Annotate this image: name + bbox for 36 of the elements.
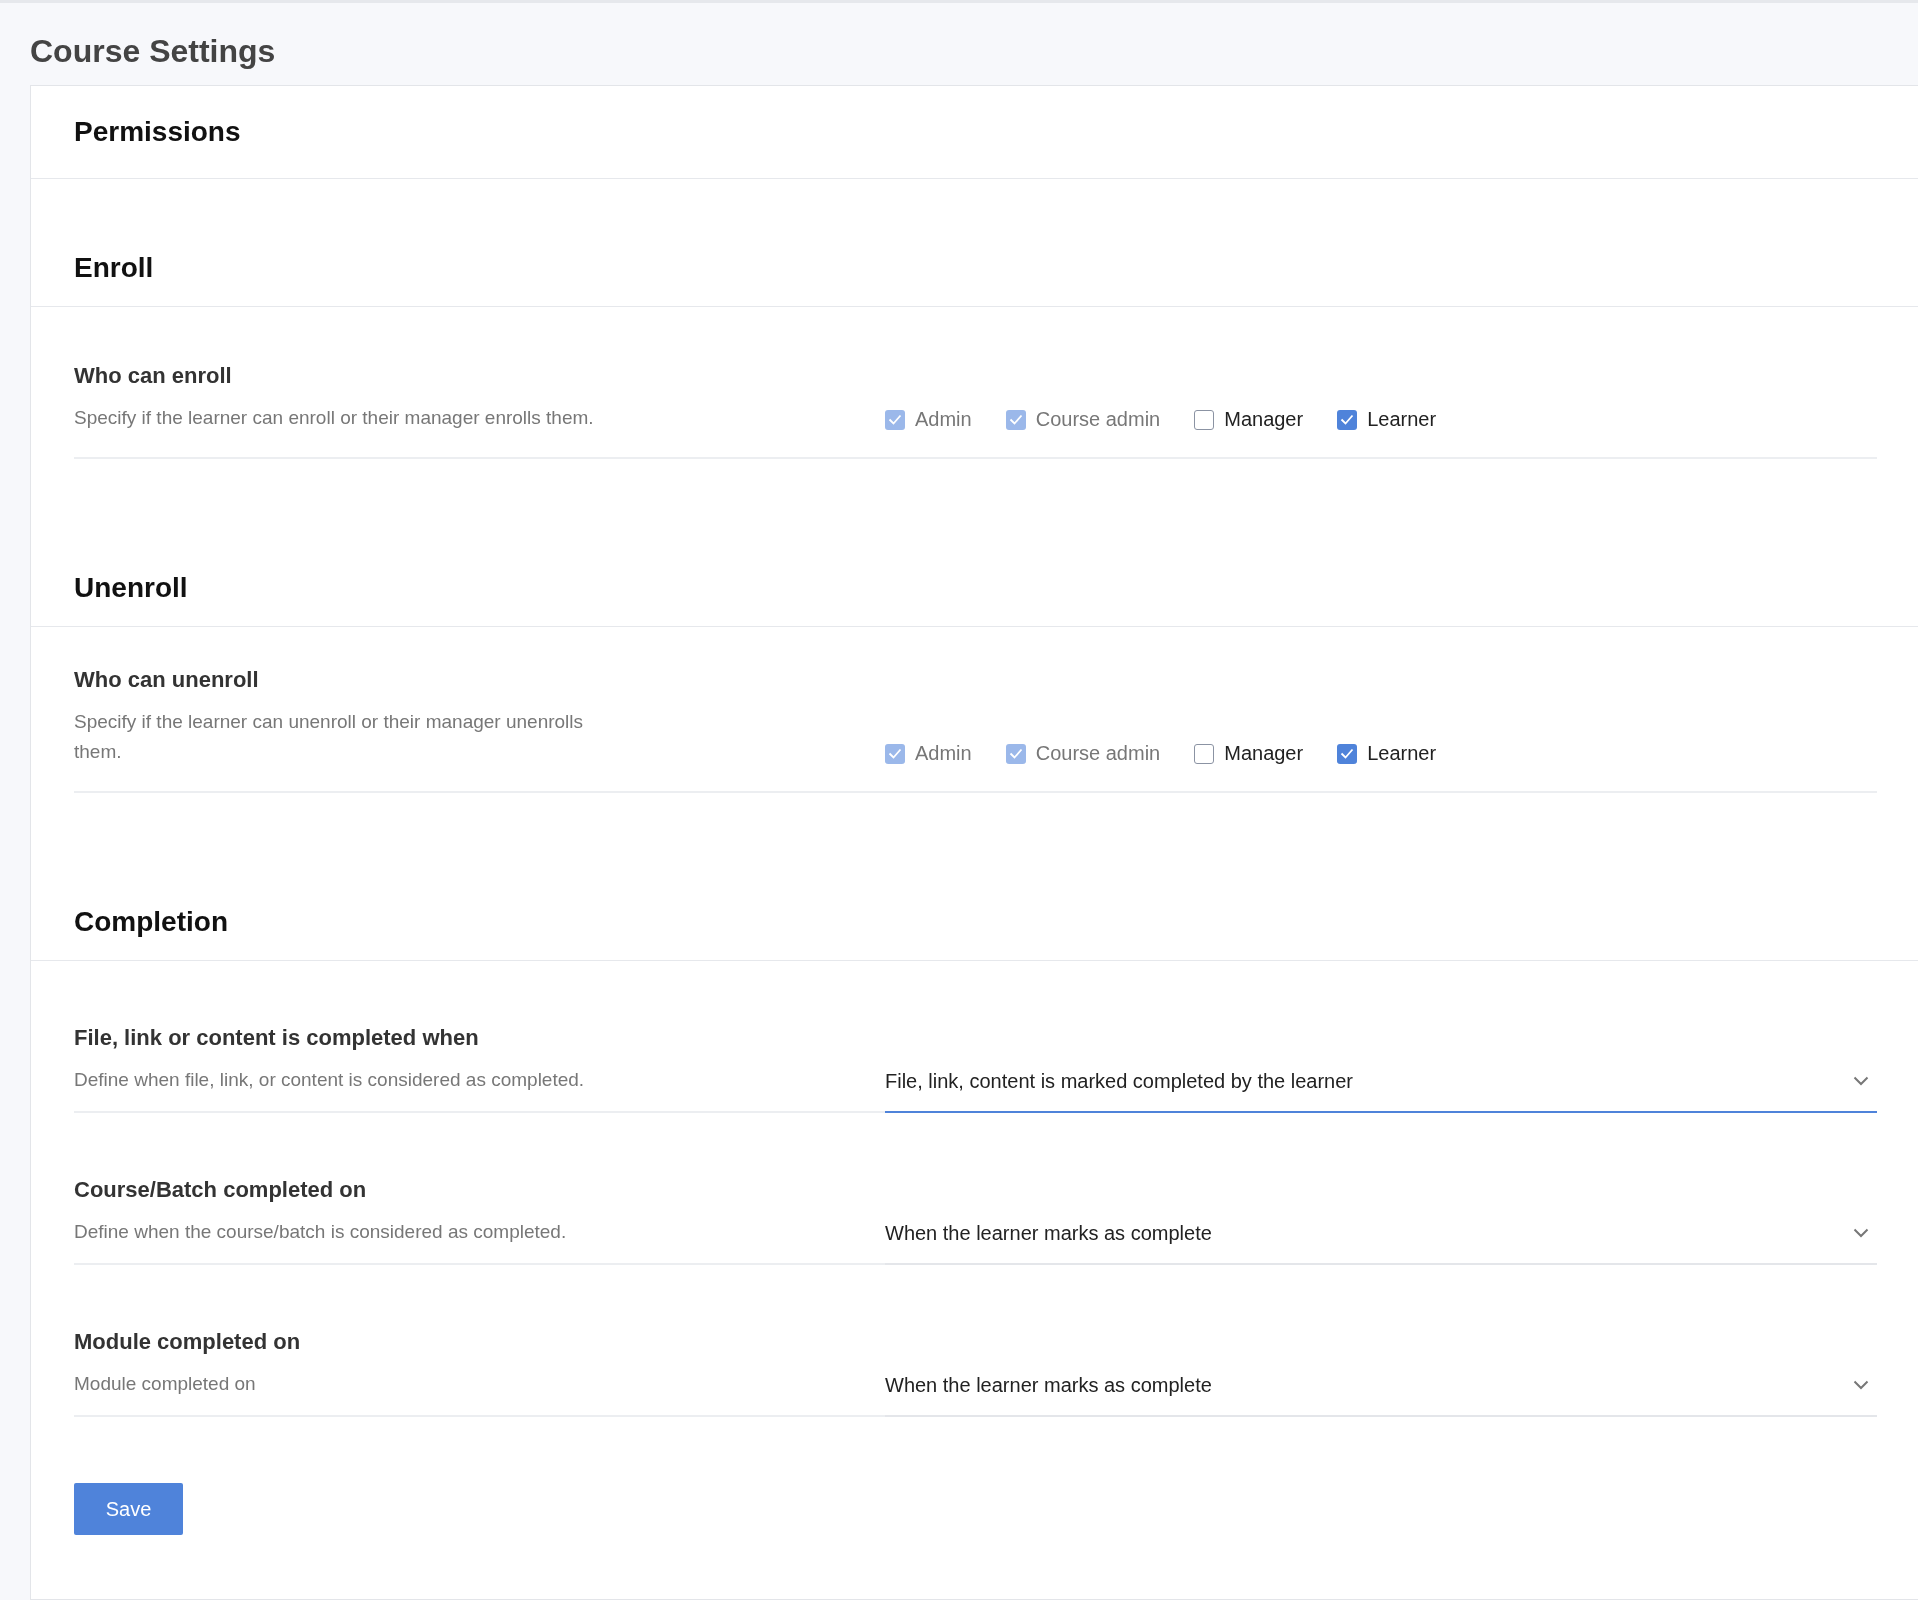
setting-description: Define when file, link, or content is considered as completed.: [74, 1068, 586, 1092]
checkbox[interactable]: [1337, 743, 1358, 764]
setting-description: Module completed on: [74, 1372, 257, 1396]
checkbox-option[interactable]: Manager: [1194, 408, 1304, 431]
checkbox[interactable]: [1337, 409, 1358, 430]
checkmark-icon: [1340, 748, 1355, 759]
setting-description: Define when the course/batch is considered as completed.: [74, 1220, 568, 1244]
checkbox[interactable]: [1194, 409, 1215, 430]
section-heading: Unenroll: [74, 572, 188, 604]
section-heading: Enroll: [74, 252, 154, 284]
section-heading: Completion: [74, 906, 228, 938]
chevron-down-icon: [1853, 1076, 1869, 1086]
checkmark-icon: [1340, 414, 1355, 425]
checkmark-icon: [1008, 414, 1023, 425]
dropdown-field[interactable]: When the learner marks as complete: [885, 1203, 1877, 1265]
save-button[interactable]: Save: [74, 1483, 183, 1535]
checkbox-option[interactable]: Learner: [1337, 742, 1437, 765]
checkbox[interactable]: [1194, 743, 1215, 764]
checkmark-icon: [1008, 748, 1023, 759]
setting-title: File, link or content is completed when: [74, 1025, 480, 1051]
card-title: Permissions: [74, 116, 241, 148]
dropdown-field[interactable]: When the learner marks as complete: [885, 1355, 1877, 1417]
setting-description: Specify if the learner can unenroll or their manager unenrolls them.: [74, 710, 585, 764]
checkmark-icon: [888, 414, 902, 425]
checkbox-option[interactable]: Manager: [1194, 742, 1304, 765]
checkbox-option[interactable]: Learner: [1337, 408, 1437, 431]
dropdown-field[interactable]: File, link, content is marked completed by the learner: [885, 1051, 1877, 1113]
page-title: Course Settings: [30, 32, 277, 71]
chevron-down-icon: [1853, 1228, 1869, 1238]
setting-title: Course/Batch completed on: [74, 1177, 368, 1203]
setting-description: Specify if the learner can enroll or their manager enrolls them.: [74, 406, 595, 430]
chevron-down-icon: [1853, 1380, 1869, 1390]
setting-title: Who can enroll: [74, 363, 233, 389]
setting-title: Who can unenroll: [74, 667, 260, 693]
checkmark-icon: [888, 748, 902, 759]
setting-title: Module completed on: [74, 1329, 302, 1355]
